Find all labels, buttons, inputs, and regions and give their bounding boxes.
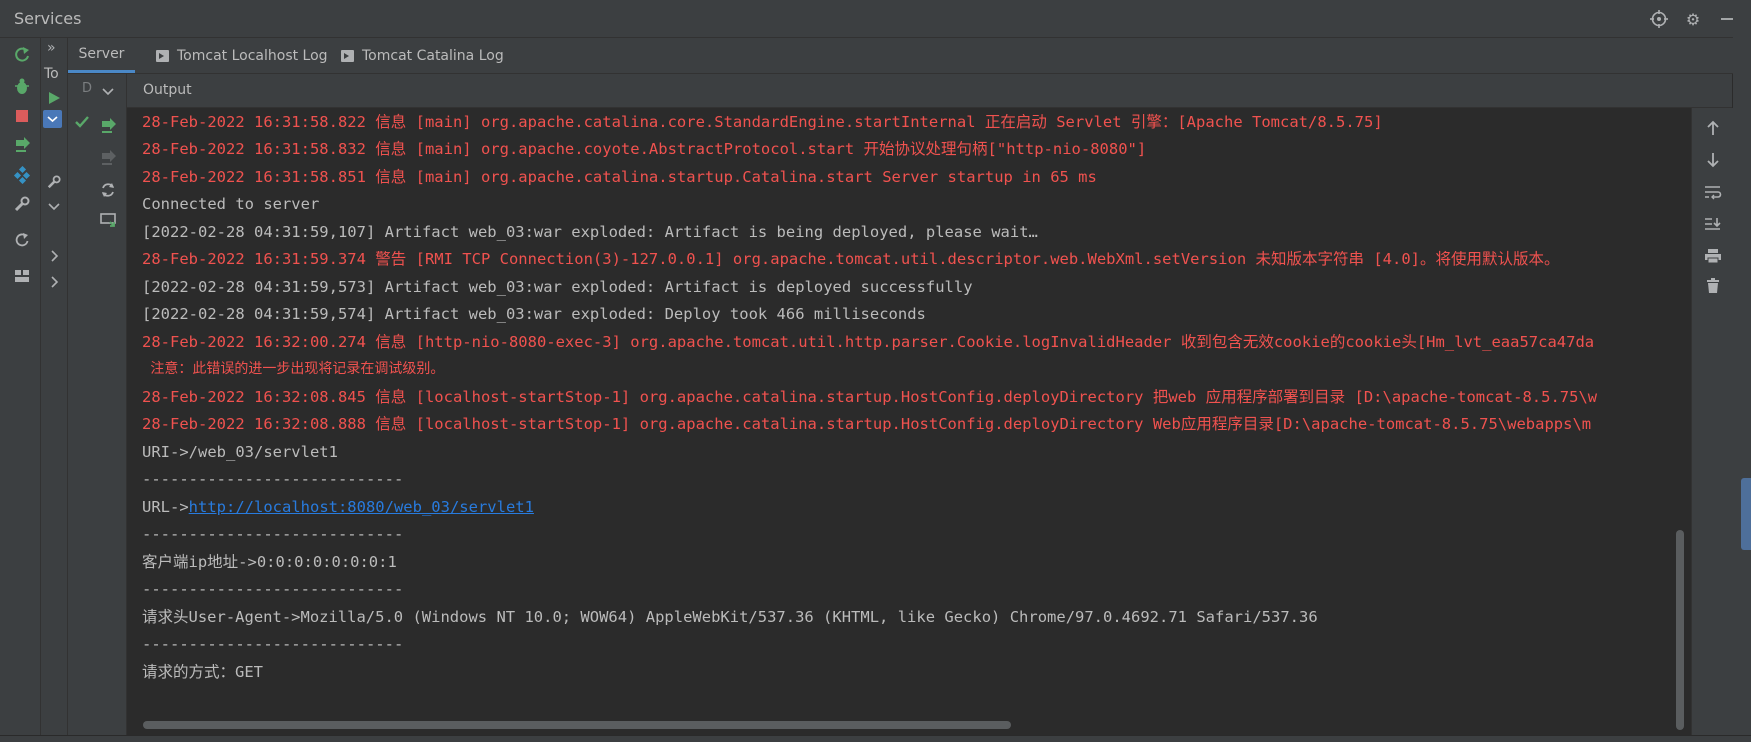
console-line: 请求头User-Agent->Mozilla/5.0 (Windows NT 1… — [142, 608, 1318, 626]
servlet-url-link[interactable]: http://localhost:8080/web_03/servlet1 — [189, 498, 534, 516]
debug-icon[interactable] — [12, 76, 32, 96]
gear-icon[interactable]: ⚙ — [1683, 9, 1703, 29]
refresh-icon[interactable] — [98, 180, 118, 200]
clear-all-icon[interactable] — [1703, 276, 1723, 296]
deployment-collapsed-label[interactable]: D — [82, 81, 92, 96]
console-line: [2022-02-28 04:31:59,107] Artifact web_0… — [142, 223, 1038, 241]
tab-localhost-log-label: Tomcat Localhost Log — [177, 47, 328, 64]
chevron-right-icon[interactable] — [44, 246, 64, 266]
console-separator: ---------------------------- — [142, 525, 404, 543]
console-separator: ---------------------------- — [142, 580, 404, 598]
open-browser-icon[interactable] — [98, 210, 118, 230]
crosshair-icon[interactable] — [1649, 9, 1669, 29]
console-icon — [341, 49, 354, 62]
console-separator: ---------------------------- — [142, 635, 404, 653]
tab-tomcat-catalina-log[interactable]: Tomcat Catalina Log — [341, 38, 504, 73]
undeploy-icon[interactable] — [98, 148, 118, 168]
tree-root-label[interactable]: To — [44, 66, 59, 82]
services-title-bar: Services ⚙ — [0, 0, 1751, 38]
check-icon — [72, 112, 92, 132]
services-tab-bar: Server Tomcat Localhost Log Tomcat Catal… — [68, 38, 1751, 74]
stop-icon[interactable] — [12, 106, 32, 126]
console-line: 注意：此错误的进一步出现将记录在调试级别。 — [142, 361, 445, 377]
refresh-icon[interactable] — [12, 45, 32, 65]
services-tree-strip: » To — [41, 38, 68, 741]
deploy-icon[interactable] — [98, 116, 118, 136]
console-line: [2022-02-28 04:31:59,573] Artifact web_0… — [142, 278, 973, 296]
console-line: 28-Feb-2022 16:31:58.822 信息 [main] org.a… — [142, 113, 1383, 131]
url-prefix: URL-> — [142, 498, 189, 516]
rerun-icon[interactable] — [12, 230, 32, 250]
output-header-label: Output — [143, 82, 192, 98]
output-header: Output — [127, 74, 1732, 108]
console-right-toolbar — [1691, 108, 1734, 741]
console-output[interactable]: 28-Feb-2022 16:31:58.822 信息 [main] org.a… — [127, 108, 1691, 718]
tab-server[interactable]: Server — [68, 38, 135, 73]
chevron-down-icon[interactable] — [44, 196, 64, 216]
console-icon — [156, 49, 169, 62]
console-line: 28-Feb-2022 16:32:00.274 信息 [http-nio-80… — [142, 333, 1595, 351]
chevron-right-icon[interactable] — [44, 272, 64, 292]
console-line: URI->/web_03/servlet1 — [142, 443, 338, 461]
print-icon[interactable] — [1703, 246, 1723, 266]
console-line: 28-Feb-2022 16:31:58.851 信息 [main] org.a… — [142, 168, 1097, 186]
run-icon[interactable] — [44, 88, 64, 108]
scroll-to-end-icon[interactable] — [1703, 214, 1723, 234]
wrench-icon[interactable] — [44, 172, 64, 192]
expand-chevron[interactable]: » — [47, 40, 56, 56]
tree-selected-node[interactable] — [43, 110, 62, 128]
console-line: 28-Feb-2022 16:31:58.832 信息 [main] org.a… — [142, 140, 1147, 158]
console-line: Connected to server — [142, 195, 320, 213]
console-line: 请求的方式：GET — [142, 663, 263, 681]
horizontal-scrollbar[interactable] — [143, 721, 1011, 729]
console-line: 28-Feb-2022 16:32:08.888 信息 [localhost-s… — [142, 415, 1592, 433]
scroll-down-icon[interactable] — [1703, 150, 1723, 170]
console-separator: ---------------------------- — [142, 470, 404, 488]
group-services-icon[interactable] — [12, 165, 32, 185]
vertical-scrollbar[interactable] — [1676, 530, 1684, 730]
wrench-icon[interactable] — [12, 194, 32, 214]
console-line: 28-Feb-2022 16:31:59.374 警告 [RMI TCP Con… — [142, 250, 1560, 268]
console-line: 28-Feb-2022 16:32:08.845 信息 [localhost-s… — [142, 388, 1598, 406]
tab-server-label: Server — [78, 46, 125, 62]
console-line: 客户端ip地址->0:0:0:0:0:0:0:1 — [142, 553, 397, 571]
layout-icon[interactable] — [12, 266, 32, 286]
deployment-toolbar: D — [68, 74, 127, 741]
side-panel-tab[interactable] — [1741, 478, 1751, 550]
scroll-up-icon[interactable] — [1703, 118, 1723, 138]
soft-wrap-icon[interactable] — [1703, 182, 1723, 202]
tab-catalina-log-label: Tomcat Catalina Log — [362, 47, 504, 64]
window-edge — [1733, 0, 1751, 741]
chevron-down-icon[interactable] — [98, 81, 118, 101]
services-left-toolbar — [0, 38, 41, 741]
tab-tomcat-localhost-log[interactable]: Tomcat Localhost Log — [156, 38, 328, 73]
window-title: Services — [14, 9, 82, 28]
console-line-url: URL->http://localhost:8080/web_03/servle… — [142, 496, 534, 518]
deploy-icon[interactable] — [12, 135, 32, 155]
console-line: [2022-02-28 04:31:59,574] Artifact web_0… — [142, 305, 926, 323]
